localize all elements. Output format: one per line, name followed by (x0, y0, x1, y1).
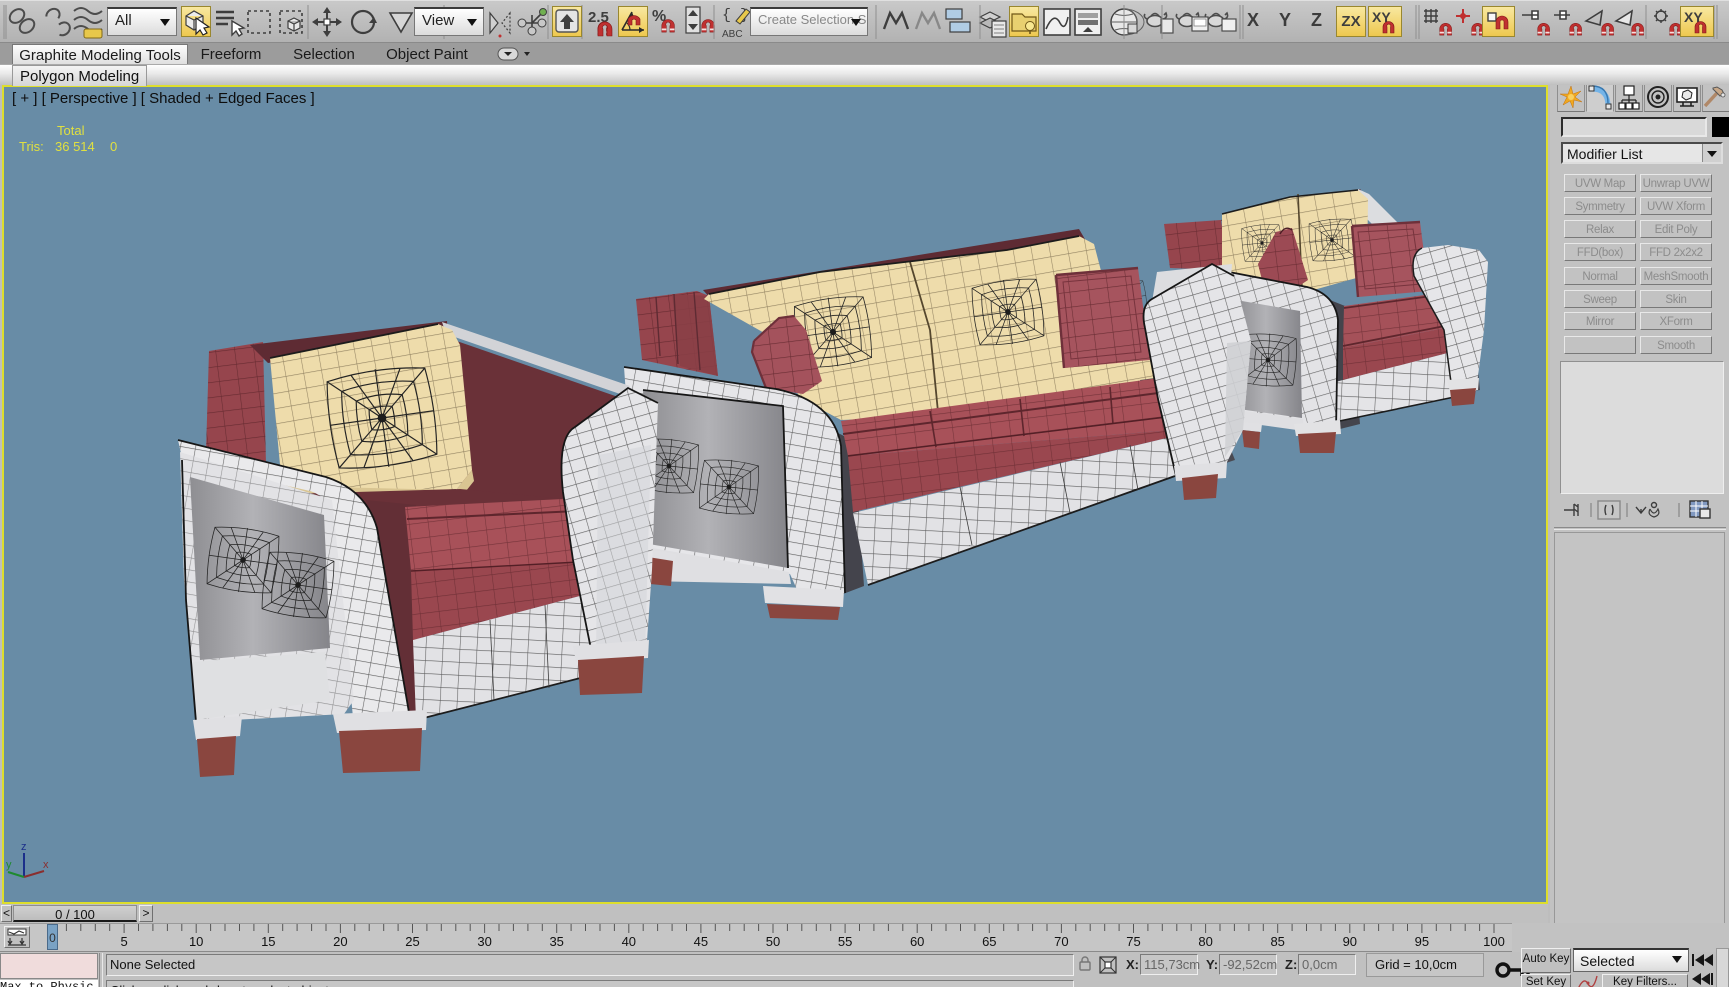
svg-text:ABC: ABC (722, 29, 743, 40)
svg-text:15: 15 (261, 934, 275, 949)
svg-text:5: 5 (120, 934, 127, 949)
svg-text:10: 10 (189, 934, 203, 949)
svg-text:70: 70 (1054, 934, 1068, 949)
svg-text:100: 100 (1483, 934, 1505, 949)
svg-text:80: 80 (1198, 934, 1212, 949)
svg-text:25: 25 (405, 934, 419, 949)
svg-text:35: 35 (549, 934, 563, 949)
svg-text:90: 90 (1343, 934, 1357, 949)
svg-text:20: 20 (333, 934, 347, 949)
svg-text:z: z (21, 841, 27, 853)
svg-text:50: 50 (766, 934, 780, 949)
svg-text:55: 55 (838, 934, 852, 949)
svg-text:60: 60 (910, 934, 924, 949)
svg-text:45: 45 (694, 934, 708, 949)
svg-text:95: 95 (1415, 934, 1429, 949)
svg-text:85: 85 (1270, 934, 1284, 949)
svg-text:65: 65 (982, 934, 996, 949)
svg-text:30: 30 (477, 934, 491, 949)
svg-text:75: 75 (1126, 934, 1140, 949)
svg-text:y: y (6, 859, 12, 871)
svg-text:40: 40 (622, 934, 636, 949)
svg-text:x: x (43, 859, 49, 871)
